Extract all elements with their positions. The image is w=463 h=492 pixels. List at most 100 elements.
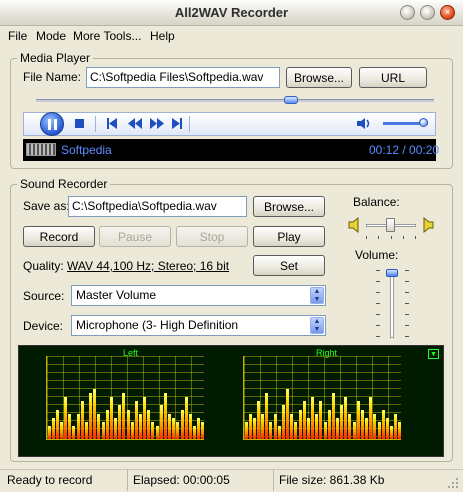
spectrum-bar: [172, 418, 176, 439]
menu-mode[interactable]: Mode: [36, 28, 66, 44]
quality-value[interactable]: WAV 44,100 Hz; Stereo; 16 bit: [67, 259, 229, 273]
chevron-down-icon[interactable]: ▲ ▼: [310, 287, 324, 304]
spectrum-bar: [180, 410, 184, 439]
track-controls: [107, 118, 182, 129]
rewind-icon[interactable]: [128, 118, 135, 129]
menu-help[interactable]: Help: [150, 28, 175, 44]
prev-track-icon[interactable]: [109, 118, 117, 129]
save-as-field[interactable]: C:\Softpedia\Softpedia.wav: [68, 196, 247, 217]
spectrum-bar: [365, 418, 369, 439]
spectrum-bar: [248, 414, 252, 439]
spectrum-bar: [93, 389, 97, 439]
fast-forward-icon-2: [157, 118, 164, 129]
spectrum-bar: [184, 397, 188, 439]
close-button[interactable]: ×: [440, 5, 455, 20]
menu-more-tools[interactable]: More Tools...: [73, 28, 141, 44]
seek-track[interactable]: [36, 99, 434, 102]
spectrum-bar: [352, 422, 356, 439]
source-select[interactable]: Master Volume ▲ ▼: [71, 285, 326, 306]
spectrum-bar: [201, 422, 205, 439]
spectrum-bar: [398, 422, 402, 439]
window-title: All2WAV Recorder: [174, 5, 289, 20]
right-spectrum-panel: [243, 356, 402, 440]
menu-bar: [0, 26, 463, 46]
device-value: Microphone (3- High Definition: [76, 318, 239, 332]
spectrum-bar: [55, 410, 59, 439]
chevron-down-icon[interactable]: ▲ ▼: [310, 317, 324, 334]
spectrum-bar: [331, 393, 335, 439]
visualizer-menu-button[interactable]: ▼: [428, 349, 439, 359]
spectrum-bar: [188, 414, 192, 439]
volume-track[interactable]: [390, 270, 394, 338]
spectrum-bar: [168, 414, 172, 439]
spectrum-bar: [101, 422, 105, 439]
volume-thumb[interactable]: [386, 269, 398, 278]
device-select[interactable]: Microphone (3- High Definition ▲ ▼: [71, 315, 326, 336]
spectrum-bar: [84, 422, 88, 439]
maximize-icon: +: [424, 7, 431, 17]
spectrum-bar: [319, 401, 323, 439]
rewind-icon-2: [135, 118, 142, 129]
spectrum-bar: [109, 397, 113, 439]
file-name-field[interactable]: C:\Softpedia Files\Softpedia.wav: [86, 67, 280, 88]
spectrum-bar: [273, 414, 277, 439]
spectrum-bar: [281, 405, 285, 439]
seek-thumb[interactable]: [283, 96, 298, 104]
pause-button[interactable]: [40, 112, 64, 136]
save-as-label: Save as:: [23, 199, 70, 213]
spectrum-bar: [394, 414, 398, 439]
spectrum-bar: [252, 418, 256, 439]
spectrum-bar: [377, 422, 381, 439]
spectrum-bar: [126, 410, 130, 439]
save-browse-button[interactable]: Browse...: [253, 196, 325, 217]
spectrum-bar: [315, 414, 319, 439]
set-button[interactable]: Set: [253, 255, 325, 276]
source-label: Source:: [23, 289, 65, 303]
maximize-button[interactable]: +: [420, 5, 435, 20]
spectrum-bar: [381, 410, 385, 439]
spectrum-bar: [265, 393, 269, 439]
media-browse-button[interactable]: Browse...: [286, 67, 352, 88]
next-track-icon[interactable]: [172, 118, 180, 129]
balance-thumb[interactable]: [386, 218, 395, 232]
balance-ticks: [366, 236, 416, 239]
menu-file[interactable]: File: [8, 28, 27, 44]
spectrum-bar: [256, 401, 260, 439]
spectrum-bar: [348, 414, 352, 439]
source-value: Master Volume: [76, 288, 157, 302]
spectrum-bar: [323, 422, 327, 439]
spectrum-bar: [72, 426, 76, 439]
spectrum-bar: [143, 397, 147, 439]
media-player-label: Media Player: [17, 51, 94, 65]
spectrum-bar: [130, 422, 134, 439]
spectrum-bar: [151, 422, 155, 439]
spectrum-bar: [193, 426, 197, 439]
spectrum-bar: [286, 389, 290, 439]
pause-record-button[interactable]: Pause: [99, 226, 171, 247]
fast-forward-icon[interactable]: [150, 118, 157, 129]
left-spectrum-panel: [46, 356, 205, 440]
spectrum-bar: [335, 418, 339, 439]
spectrum-bar: [294, 422, 298, 439]
resize-grip-icon[interactable]: [447, 477, 460, 490]
pause-icon-bar: [54, 119, 57, 130]
spectrum-bar: [105, 410, 109, 439]
player-volume-thumb[interactable]: [418, 118, 428, 127]
spectrum-visualizer: Left Right ▼: [18, 345, 444, 457]
spectrum-bar: [369, 397, 373, 439]
spectrum-bar: [59, 422, 63, 439]
url-button[interactable]: URL: [359, 67, 427, 88]
spectrum-bar: [311, 397, 315, 439]
track-title: Softpedia: [61, 143, 112, 157]
close-icon: ×: [444, 7, 451, 17]
spectrum-bar: [269, 422, 273, 439]
minimize-button[interactable]: –: [400, 5, 415, 20]
transport-divider: [95, 116, 96, 132]
spectrum-bar: [97, 414, 101, 439]
stop-record-button[interactable]: Stop: [176, 226, 248, 247]
play-button[interactable]: Play: [253, 226, 325, 247]
stop-icon[interactable]: [75, 119, 84, 128]
level-indicator-icon: [26, 143, 56, 156]
record-button[interactable]: Record: [23, 226, 95, 247]
speaker-icon[interactable]: [356, 117, 372, 130]
